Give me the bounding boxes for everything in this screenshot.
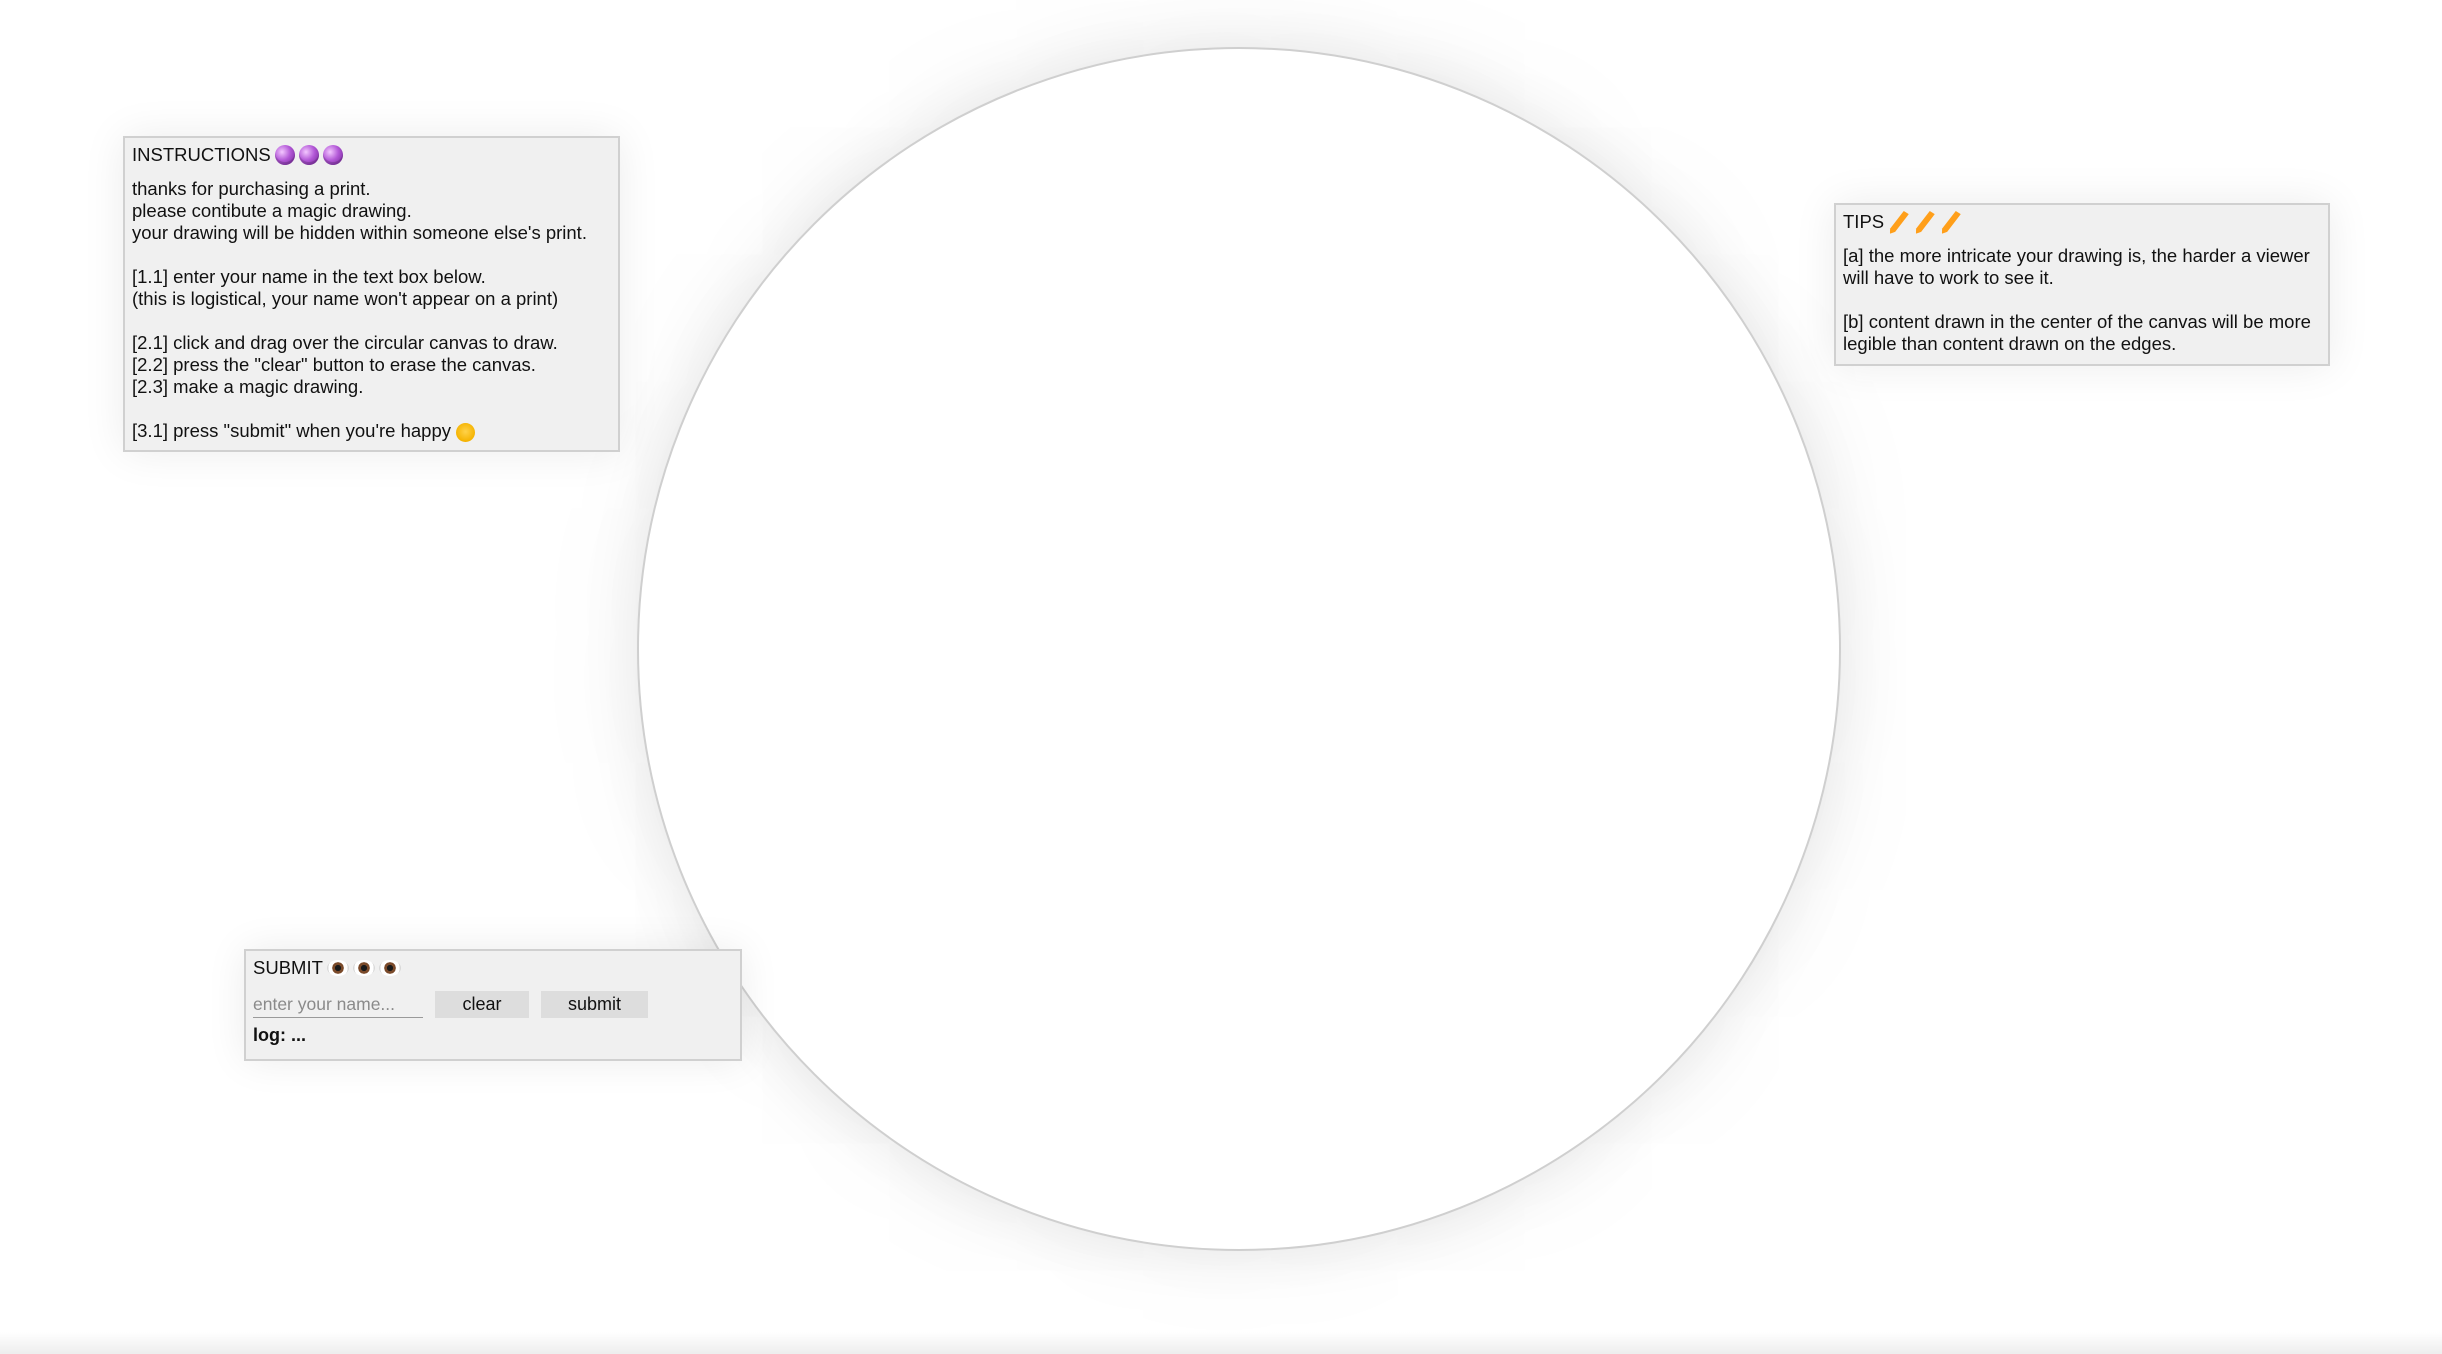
instructions-title: INSTRUCTIONS [132,144,611,166]
tips-title: TIPS [1843,211,2321,233]
instruction-line: [2.2] press the "clear" button to erase … [132,354,536,375]
submit-title: SUBMIT [253,957,733,979]
instruction-line: thanks for purchasing a print. [132,178,371,199]
instruction-line: [2.1] click and drag over the circular c… [132,332,558,353]
pencil-icon [1913,210,1938,234]
submit-panel: SUBMIT clear submit log: ... [244,949,742,1061]
tip-item: [b] content drawn in the center of the c… [1843,311,2311,354]
tip-item: [a] the more intricate your drawing is, … [1843,245,2310,288]
instruction-line: [1.1] enter your name in the text box be… [132,266,486,287]
pencil-icon [1887,210,1912,234]
instructions-panel: INSTRUCTIONS thanks for purchasing a pri… [123,136,620,452]
clear-button[interactable]: clear [435,991,529,1018]
instruction-line: [2.3] make a magic drawing. [132,376,364,397]
submit-title-text: SUBMIT [253,957,323,978]
eye-icon [326,960,349,976]
instruction-line: (this is logistical, your name won't app… [132,288,559,309]
name-input[interactable] [253,991,423,1018]
page: INSTRUCTIONS thanks for purchasing a pri… [0,0,2442,1354]
tips-title-text: TIPS [1843,211,1885,232]
eye-icon [352,960,375,976]
log-status: log: ... [253,1025,306,1045]
tips-panel: TIPS [a] the more intricate your drawing… [1834,203,2330,366]
eye-icon [378,960,401,976]
crystal-ball-icon [298,145,319,165]
crystal-ball-icon [322,145,343,165]
submit-button[interactable]: submit [541,991,648,1018]
drawing-canvas[interactable] [637,47,1841,1251]
instructions-title-text: INSTRUCTIONS [132,144,271,165]
instruction-line-final-text: [3.1] press "submit" when you're happy [132,420,451,441]
smiling-face-icon [456,422,476,442]
bottom-edge-shadow [0,1332,2442,1354]
submit-controls: clear submit [253,991,733,1018]
instruction-line-final: [3.1] press "submit" when you're happy [132,420,611,442]
instruction-line: please contibute a magic drawing. [132,200,412,221]
instruction-line: your drawing will be hidden within someo… [132,222,587,243]
crystal-ball-icon [274,145,295,165]
pencil-icon [1939,210,1964,234]
